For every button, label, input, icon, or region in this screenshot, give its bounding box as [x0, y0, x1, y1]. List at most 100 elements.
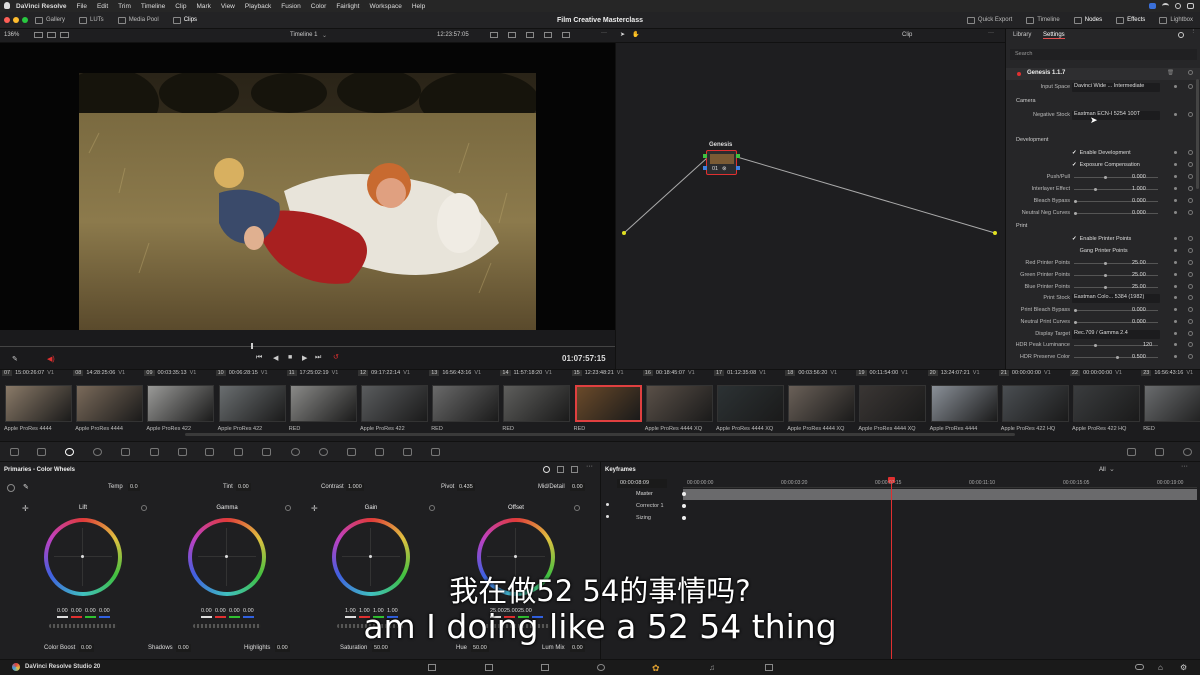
menu-edit[interactable]: Edit — [97, 3, 108, 10]
blue-printer-points-value[interactable]: 25.00 — [1132, 284, 1146, 290]
more-options-icon[interactable]: ··· — [601, 30, 607, 36]
clip-thumbnail[interactable]: 12 09:17:22:14 V1 Apple ProRes 422 — [358, 370, 429, 437]
timeline-toggle-button[interactable]: Timeline — [1019, 16, 1066, 24]
clip-thumbnail[interactable]: 10 00:06:28:15 V1 Apple ProRes 422 — [215, 370, 287, 437]
sizing-track-enable-icon[interactable] — [606, 515, 609, 518]
user-icon[interactable] — [1149, 3, 1156, 9]
clip-thumbnail[interactable]: 09 00:03:35:13 V1 Apple ProRes 422 — [144, 370, 215, 437]
clip-thumbnail[interactable]: 22 00:00:00:00 V1 Apple ProRes 422 HQ — [1070, 370, 1141, 437]
deliver-page-icon[interactable] — [765, 664, 773, 671]
search-icon[interactable] — [1175, 3, 1181, 9]
keyframe-icon[interactable] — [1174, 308, 1177, 311]
blur-icon[interactable] — [347, 448, 356, 456]
section-print[interactable]: Print — [1016, 223, 1027, 229]
reset-icon[interactable] — [1188, 342, 1193, 347]
clip-thumbnail[interactable]: 18 00:03:56:20 V1 Apple ProRes 4444 XQ — [785, 370, 856, 437]
plugin-enabled-indicator[interactable] — [1017, 72, 1021, 76]
scopes-icon[interactable] — [1155, 448, 1164, 456]
minimize-window-icon[interactable] — [13, 17, 19, 23]
go-to-end-button[interactable]: ⏭ — [315, 354, 321, 362]
keyframe-icon[interactable] — [1174, 273, 1177, 276]
viewer-layout-icons[interactable] — [34, 32, 69, 38]
keyframe-icon[interactable] — [1174, 211, 1177, 214]
reset-icon[interactable] — [1188, 84, 1193, 89]
hdr-preserve-color-value[interactable]: 0.500 — [1132, 354, 1146, 360]
control-center-icon[interactable] — [1187, 3, 1194, 9]
bleach-bypass-value[interactable]: 0.000 — [1132, 198, 1146, 204]
keyframe-icon[interactable] — [1174, 113, 1177, 116]
auto-balance-icon[interactable]: ✎ — [23, 483, 29, 491]
section-camera[interactable]: Camera — [1016, 98, 1036, 104]
pivot-field[interactable]: 0.435 — [457, 483, 475, 491]
gain-crosshair-icon[interactable]: ✛ — [311, 504, 318, 513]
keyframe-icon[interactable] — [1174, 285, 1177, 288]
keyframe-icon[interactable] — [1174, 320, 1177, 323]
node-input-blue[interactable] — [703, 166, 707, 170]
clip-thumbnail[interactable]: 21 00:00:00:00 V1 Apple ProRes 422 HQ — [998, 370, 1070, 437]
pointer-tool-icon[interactable]: ➤ — [620, 31, 625, 38]
motion-effects-icon[interactable] — [150, 448, 159, 456]
chevron-down-icon[interactable]: ⌄ — [1109, 465, 1115, 473]
panel-more-icon[interactable]: ⋮ — [1191, 29, 1197, 35]
wheel-reset-icon[interactable] — [429, 505, 435, 511]
keyframe-icon[interactable] — [1174, 355, 1177, 358]
play-button[interactable]: ▶ — [302, 354, 307, 362]
picker-tool-icon[interactable]: ✎ — [12, 355, 18, 363]
audio-mute-icon[interactable]: ◀) — [47, 355, 55, 363]
tab-settings[interactable]: Settings — [1043, 32, 1065, 39]
info-icon[interactable] — [1183, 448, 1192, 456]
wheel-reset-icon[interactable] — [574, 505, 580, 511]
reset-icon[interactable] — [1188, 248, 1193, 253]
reset-icon[interactable] — [1188, 198, 1193, 203]
hdr-peak-luminance-value[interactable]: 120 — [1143, 342, 1152, 348]
clip-thumbnail[interactable]: 19 00:11:54:00 V1 Apple ProRes 4444 XQ — [856, 370, 927, 437]
reset-icon[interactable] — [1188, 319, 1193, 324]
master-track[interactable] — [683, 489, 1197, 500]
master-keyframe-dot[interactable] — [682, 492, 686, 496]
menu-color[interactable]: Color — [311, 3, 327, 10]
keyframe-icon[interactable] — [1174, 187, 1177, 190]
keyframe-icon[interactable] — [1174, 237, 1177, 240]
nodes-toggle-button[interactable]: Nodes — [1067, 16, 1109, 24]
keyframe-icon[interactable] — [1174, 296, 1177, 299]
loop-button[interactable]: ↺ — [333, 353, 339, 361]
wheel-reset-icon[interactable] — [285, 505, 291, 511]
magic-mask-icon[interactable] — [319, 448, 328, 456]
corrector-track-label[interactable]: Corrector 1 — [636, 503, 664, 509]
neutral-print-curves-value[interactable]: 0.000 — [1132, 319, 1146, 325]
menu-playback[interactable]: Playback — [245, 3, 271, 10]
reset-icon[interactable] — [1188, 307, 1193, 312]
primaries-more-icon[interactable]: ··· — [586, 463, 593, 470]
print-bleach-bypass-value[interactable]: 0.000 — [1132, 307, 1146, 313]
chevron-down-icon[interactable]: ⌄ — [322, 32, 327, 39]
clip-thumbnail[interactable]: 13 16:56:43:16 V1 RED — [429, 370, 500, 437]
reset-icon[interactable] — [1188, 162, 1193, 167]
hand-tool-icon[interactable]: ✋ — [632, 31, 639, 38]
reset-icon[interactable] — [1188, 295, 1193, 300]
green-printer-points-value[interactable]: 25.00 — [1132, 272, 1146, 278]
reset-icon[interactable] — [1188, 210, 1193, 215]
panel-scrollbar[interactable] — [1196, 79, 1199, 189]
corrector-node[interactable]: 01 ⊗ — [706, 150, 737, 175]
timeline-name[interactable]: Timeline 1 — [290, 32, 317, 38]
clip-thumbnail[interactable]: 15 12:23:48:21 V1 RED — [571, 370, 643, 437]
rgb-mixer-icon[interactable] — [121, 448, 130, 456]
push-pull-value[interactable]: 0.000 — [1132, 174, 1146, 180]
reset-icon[interactable] — [1188, 174, 1193, 179]
3d-icon[interactable] — [431, 448, 440, 456]
sizing-track-label[interactable]: Sizing — [636, 515, 651, 521]
tracker-icon[interactable] — [291, 448, 300, 456]
print-stock-dropdown[interactable]: Eastman Colo... 5384 (1982) — [1072, 294, 1160, 303]
reset-icon[interactable] — [1188, 331, 1193, 336]
hdr-icon[interactable] — [93, 448, 102, 456]
menu-help[interactable]: Help — [412, 3, 425, 10]
color-warper-icon[interactable] — [205, 448, 214, 456]
apple-icon[interactable] — [4, 2, 10, 9]
color-match-icon[interactable] — [37, 448, 46, 456]
zoom-level[interactable]: 136% — [4, 32, 19, 38]
lightbox-toggle-button[interactable]: Lightbox — [1152, 16, 1200, 24]
keyframe-icon[interactable] — [1174, 175, 1177, 178]
clip-thumbnail[interactable]: 16 00:18:45:07 V1 Apple ProRes 4444 XQ — [642, 370, 714, 437]
viewer[interactable] — [0, 43, 615, 330]
clip-thumbnail[interactable]: 23 16:56:43:16 V1 RED — [1141, 370, 1200, 437]
